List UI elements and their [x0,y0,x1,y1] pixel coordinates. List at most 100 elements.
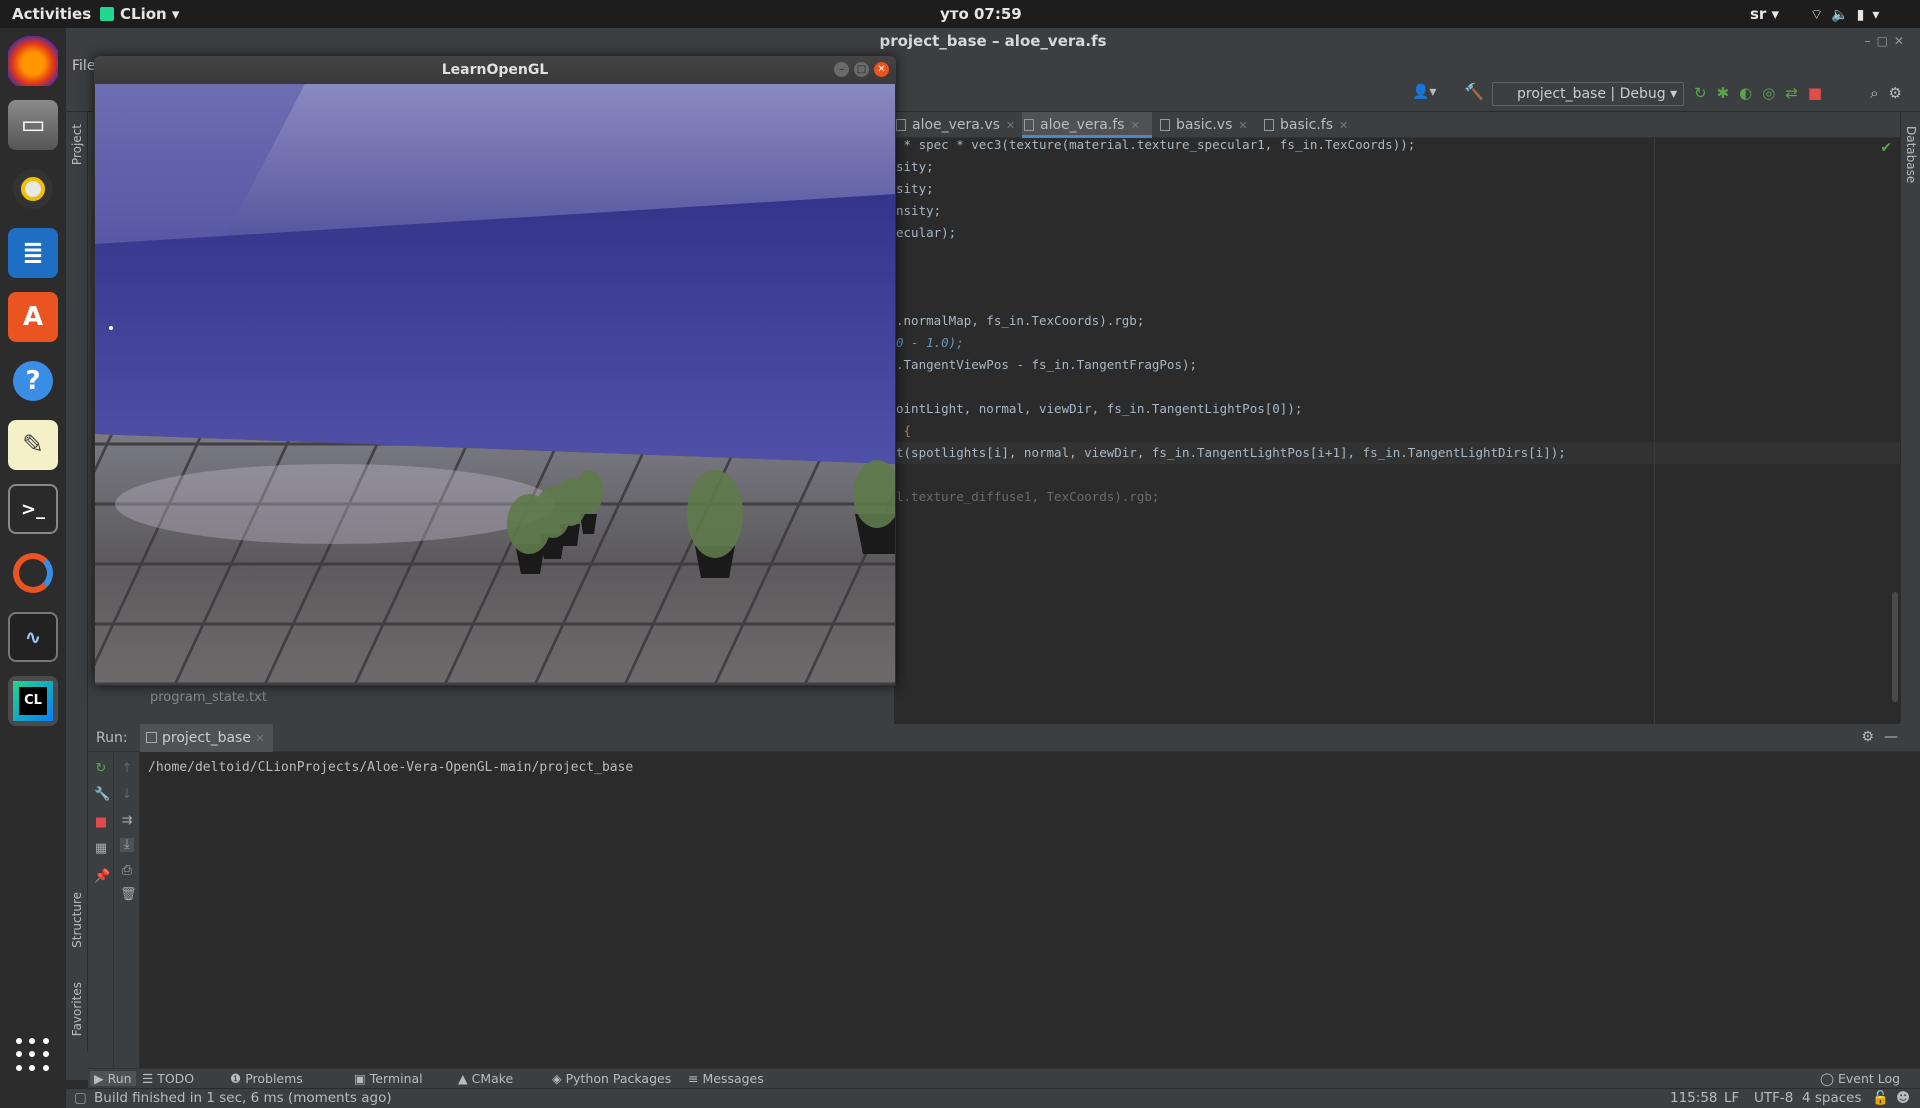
clock[interactable]: уто 07:59 [940,5,1022,23]
menu-file[interactable]: File [66,54,95,78]
code-area[interactable]: * spec * vec3(texture(material.texture_s… [894,137,1900,508]
run-tab-label: project_base [162,730,251,746]
cmake-tool-button[interactable]: ▲ CMake [458,1071,513,1086]
updater-icon[interactable] [8,548,58,598]
close-icon[interactable]: ✕ [1131,119,1140,132]
clion-icon[interactable]: CL [8,676,58,726]
close-icon[interactable]: ✕ [255,732,264,745]
coverage-icon[interactable]: ◐ [1739,84,1762,102]
app-menu[interactable]: CLion ▾ [100,5,179,23]
right-tool-strip: Database [1900,112,1920,722]
close-icon[interactable]: ✕ [1339,119,1348,132]
database-tool-tab[interactable]: Database [1904,126,1918,183]
run-tab-project-base[interactable]: project_base ✕ [140,724,273,752]
problems-tool-label: Problems [245,1071,303,1086]
messages-tool-button[interactable]: ≡ Messages [688,1071,764,1086]
help-icon[interactable]: ? [8,356,58,406]
code-editor[interactable]: aloe_vera.vs ✕ aloe_vera.fs ✕ basic.vs ✕ ba… [894,112,1900,724]
status-toggle-icon[interactable]: ▢ [74,1090,87,1106]
stop-icon[interactable]: ■ [1808,84,1832,102]
run-tool-button[interactable]: ▶ Run [90,1071,136,1086]
keyboard-layout[interactable]: sr ▾ [1750,5,1779,23]
close-icon[interactable]: ✕ [1006,119,1015,132]
rerun-icon[interactable]: ↻ [1694,84,1717,102]
console-output[interactable]: /home/deltoid/CLionProjects/Aloe-Vera-Op… [148,760,633,775]
hidden-file-item[interactable]: program_state.txt [150,690,267,705]
print-icon[interactable]: ⎙ [120,864,134,878]
caret-position[interactable]: 115:58 [1670,1090,1718,1106]
code-line: nsity; [896,203,942,218]
files-icon[interactable]: ▭ [8,100,58,150]
code-line: .normalMap, fs_in.TexCoords).rgb; [896,313,1145,328]
close-icon[interactable]: ✕ [1238,119,1247,132]
build-hammer-icon[interactable]: 🔨 [1464,82,1484,101]
stop-icon[interactable]: ■ [94,816,108,830]
terminal-tool-button[interactable]: ▣ Terminal [354,1071,423,1086]
python-packages-tool-button[interactable]: ◈ Python Packages [552,1071,671,1086]
trash-icon[interactable]: 🗑 [120,888,137,902]
status-message[interactable]: Build finished in 1 sec, 6 ms (moments a… [94,1090,392,1106]
gear-icon[interactable]: ⚙ [1889,84,1912,102]
favorites-tool-tab[interactable]: Favorites [70,982,84,1036]
window-controls[interactable]: –□✕ [1865,34,1910,48]
keyboard-layout-label: sr [1750,5,1767,23]
terminal-icon[interactable]: >_ [8,484,58,534]
scroll-to-end-icon[interactable]: ⤓ [120,838,134,852]
debug-icon[interactable]: ✱ [1717,84,1740,102]
code-line: ecular); [896,225,957,240]
writer-icon[interactable]: ≣ [8,228,58,278]
minimize-button[interactable]: – [834,62,849,77]
software-icon[interactable]: A [8,292,58,342]
project-tool-tab[interactable]: Project [70,124,84,165]
plant-leaves [575,470,603,514]
clion-small-icon [100,7,114,21]
structure-tool-tab[interactable]: Structure [70,892,84,948]
editor-scrollbar[interactable] [1892,592,1898,702]
tab-label: basic.fs [1280,117,1334,133]
inspector-icon[interactable]: ☻ [1896,1090,1910,1106]
close-button[interactable]: ✕ [874,62,889,77]
wrench-icon[interactable]: 🔧 [94,788,110,802]
file-encoding[interactable]: UTF-8 [1754,1090,1793,1106]
text-editor-icon[interactable]: ✎ [8,420,58,470]
learnopengl-window[interactable]: LearnOpenGL – □ ✕ [94,56,896,686]
arrow-up-icon[interactable]: ↑ [120,762,134,776]
activities-button[interactable]: Activities [12,5,91,23]
right-margin-guide [1654,138,1655,724]
run-actions-strip: ↻ 🔧 ■ ▦ 📌 [88,752,114,1068]
code-line: 0 - 1.0); [896,335,964,350]
profile-icon[interactable]: ◎ [1762,84,1785,102]
system-tray[interactable]: ⌔🔈▮▾ [1810,6,1887,24]
code-line: sity; [896,159,934,174]
run-actions: ↻✱◐◎⇄■ [1694,84,1832,102]
rhythmbox-icon[interactable] [8,164,58,214]
system-monitor-icon[interactable]: ∿ [8,612,58,662]
run-panel-controls: ⚙— [1861,729,1908,745]
run-config-select[interactable]: project_base | Debug ▾ [1492,82,1684,106]
lock-icon[interactable]: 🔓 [1872,1090,1889,1106]
learnopengl-title[interactable]: LearnOpenGL [94,56,896,84]
opengl-render-viewport[interactable] [95,84,895,685]
tab-label: aloe_vera.fs [1040,117,1125,133]
minimize-icon[interactable]: — [1884,729,1908,745]
todo-tool-button[interactable]: ☰ TODO [142,1071,194,1086]
indent-setting[interactable]: 4 spaces [1802,1090,1862,1106]
layout-icon[interactable]: ▦ [94,842,108,856]
soft-wrap-icon[interactable]: ⇉ [120,814,134,828]
search-icon[interactable]: ⌕ [1870,84,1888,102]
pin-icon[interactable]: 📌 [94,870,110,884]
arrow-down-icon[interactable]: ↓ [120,788,134,802]
problems-tool-button[interactable]: ❶ Problems [230,1071,303,1086]
account-icon[interactable]: 👤▾ [1412,84,1436,100]
file-icon [1160,119,1170,131]
gear-icon[interactable]: ⚙ [1861,729,1884,745]
event-log-tool-button[interactable]: ◯ Event Log [1820,1071,1900,1086]
rerun-icon[interactable]: ↻ [94,762,108,776]
firefox-icon[interactable] [8,36,58,86]
line-separator[interactable]: LF [1724,1090,1739,1106]
show-applications-icon[interactable] [16,1038,50,1072]
attach-icon[interactable]: ⇄ [1785,84,1808,102]
maximize-button[interactable]: □ [854,62,869,77]
